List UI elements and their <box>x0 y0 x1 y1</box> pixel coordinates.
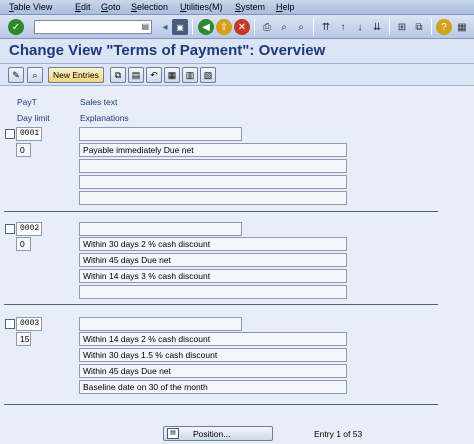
application-toolbar: ✎ ⌕ New Entries ⧉ ▤ ↶ ▦ ▥ ▧ <box>0 64 474 86</box>
select-block-icon[interactable]: ▥ <box>182 67 198 83</box>
help-icon[interactable]: ? <box>436 19 452 35</box>
find-next-icon[interactable]: ⌕ <box>293 19 309 35</box>
position-icon: ▤ <box>167 428 179 439</box>
previous-page-icon[interactable]: ↑ <box>335 19 351 35</box>
explanation-field[interactable]: Payable immediately Due net <box>79 143 347 157</box>
exit-icon[interactable]: ⇧ <box>216 19 232 35</box>
next-page-icon[interactable]: ↓ <box>352 19 368 35</box>
page-title: Change View "Terms of Payment": Overview <box>9 42 326 59</box>
position-button[interactable]: ▤ Position... <box>163 426 273 441</box>
back-icon[interactable]: ◀ <box>198 19 214 35</box>
toolbar-separator <box>192 19 193 35</box>
entry-divider <box>4 304 438 305</box>
cancel-icon[interactable]: ✕ <box>234 19 250 35</box>
explanation-field[interactable]: Within 14 days 3 % cash discount <box>79 269 347 283</box>
menu-goto[interactable]: Goto <box>101 2 121 12</box>
position-label: Position... <box>193 428 231 439</box>
new-entries-button[interactable]: New Entries <box>48 67 104 83</box>
menu-edit[interactable]: Edit <box>75 2 91 12</box>
column-header-explanations: Explanations <box>80 113 129 123</box>
menu-table-view[interactable]: Table View <box>9 2 52 12</box>
arrow-left-icon[interactable]: ◂ <box>157 19 173 35</box>
payt-field[interactable]: 0002 <box>16 222 42 236</box>
menu-utilities[interactable]: Utilities(M) <box>180 2 223 12</box>
undo-change-icon[interactable]: ↶ <box>146 67 162 83</box>
new-session-icon[interactable]: ⊞ <box>394 19 410 35</box>
explanation-field[interactable]: Within 30 days 2 % cash discount <box>79 237 347 251</box>
display-icon[interactable]: ⌕ <box>27 67 43 83</box>
toolbar-separator <box>313 19 314 35</box>
toolbar-separator <box>389 19 390 35</box>
menu-system[interactable]: System <box>235 2 265 12</box>
explanation-field[interactable]: Within 14 days 2 % cash discount <box>79 332 347 346</box>
select-all-icon[interactable]: ▦ <box>164 67 180 83</box>
find-icon[interactable]: ⌕ <box>276 19 292 35</box>
delete-icon[interactable]: ▤ <box>128 67 144 83</box>
sales-text-field[interactable] <box>79 222 242 236</box>
explanation-field[interactable]: Within 45 days Due net <box>79 364 347 378</box>
row-select-checkbox[interactable] <box>5 129 15 139</box>
explanation-field[interactable]: Within 30 days 1.5 % cash discount <box>79 348 347 362</box>
layout-menu-icon[interactable]: ▦ <box>454 19 470 35</box>
day-limit-field[interactable]: 0 <box>16 237 31 251</box>
day-limit-field[interactable]: 15 <box>16 332 31 346</box>
toolbar-separator <box>254 19 255 35</box>
row-select-checkbox[interactable] <box>5 319 15 329</box>
print-icon[interactable]: ⎙ <box>259 19 275 35</box>
explanation-field[interactable] <box>79 285 347 299</box>
row-select-checkbox[interactable] <box>5 224 15 234</box>
column-header-day-limit: Day limit <box>17 113 50 123</box>
shortcut-icon[interactable]: ⧉ <box>411 19 427 35</box>
entry-divider <box>4 404 438 405</box>
column-header-sales-text: Sales text <box>80 97 118 107</box>
menu-bar: Table View Edit Goto Selection Utilities… <box>0 0 474 15</box>
payt-field[interactable]: 0003 <box>16 317 42 331</box>
enter-icon[interactable]: ✓ <box>8 19 24 35</box>
entry-divider <box>4 211 438 212</box>
command-field[interactable]: ▤ <box>34 20 152 34</box>
explanation-field[interactable]: Within 45 days Due net <box>79 253 347 267</box>
copy-as-icon[interactable]: ⧉ <box>110 67 126 83</box>
explanation-field[interactable]: Baseline date on 30 of the month <box>79 380 347 394</box>
sales-text-field[interactable] <box>79 317 242 331</box>
toolbar-separator <box>431 19 432 35</box>
last-page-icon[interactable]: ⇊ <box>369 19 385 35</box>
sales-text-field[interactable] <box>79 127 242 141</box>
column-header-payt: PayT <box>17 97 37 107</box>
day-limit-field[interactable]: 0 <box>16 143 31 157</box>
save-icon[interactable]: ▣ <box>172 19 188 35</box>
explanation-field[interactable] <box>79 175 347 189</box>
dropdown-icon[interactable]: ▤ <box>141 22 149 31</box>
entry-counter: Entry 1 of 53 <box>314 429 363 439</box>
deselect-all-icon[interactable]: ▧ <box>200 67 216 83</box>
explanation-field[interactable] <box>79 159 347 173</box>
menu-selection[interactable]: Selection <box>131 2 168 12</box>
explanation-field[interactable] <box>79 191 347 205</box>
display-change-icon[interactable]: ✎ <box>8 67 24 83</box>
first-page-icon[interactable]: ⇈ <box>318 19 334 35</box>
payt-field[interactable]: 0001 <box>16 127 42 141</box>
menu-help[interactable]: Help <box>276 2 295 12</box>
standard-toolbar: ✓ ▤ ◂ ▣ ◀ ⇧ ✕ ⎙ ⌕ ⌕ ⇈ ↑ ↓ ⇊ ⊞ ⧉ ? ▦ <box>0 15 474 39</box>
